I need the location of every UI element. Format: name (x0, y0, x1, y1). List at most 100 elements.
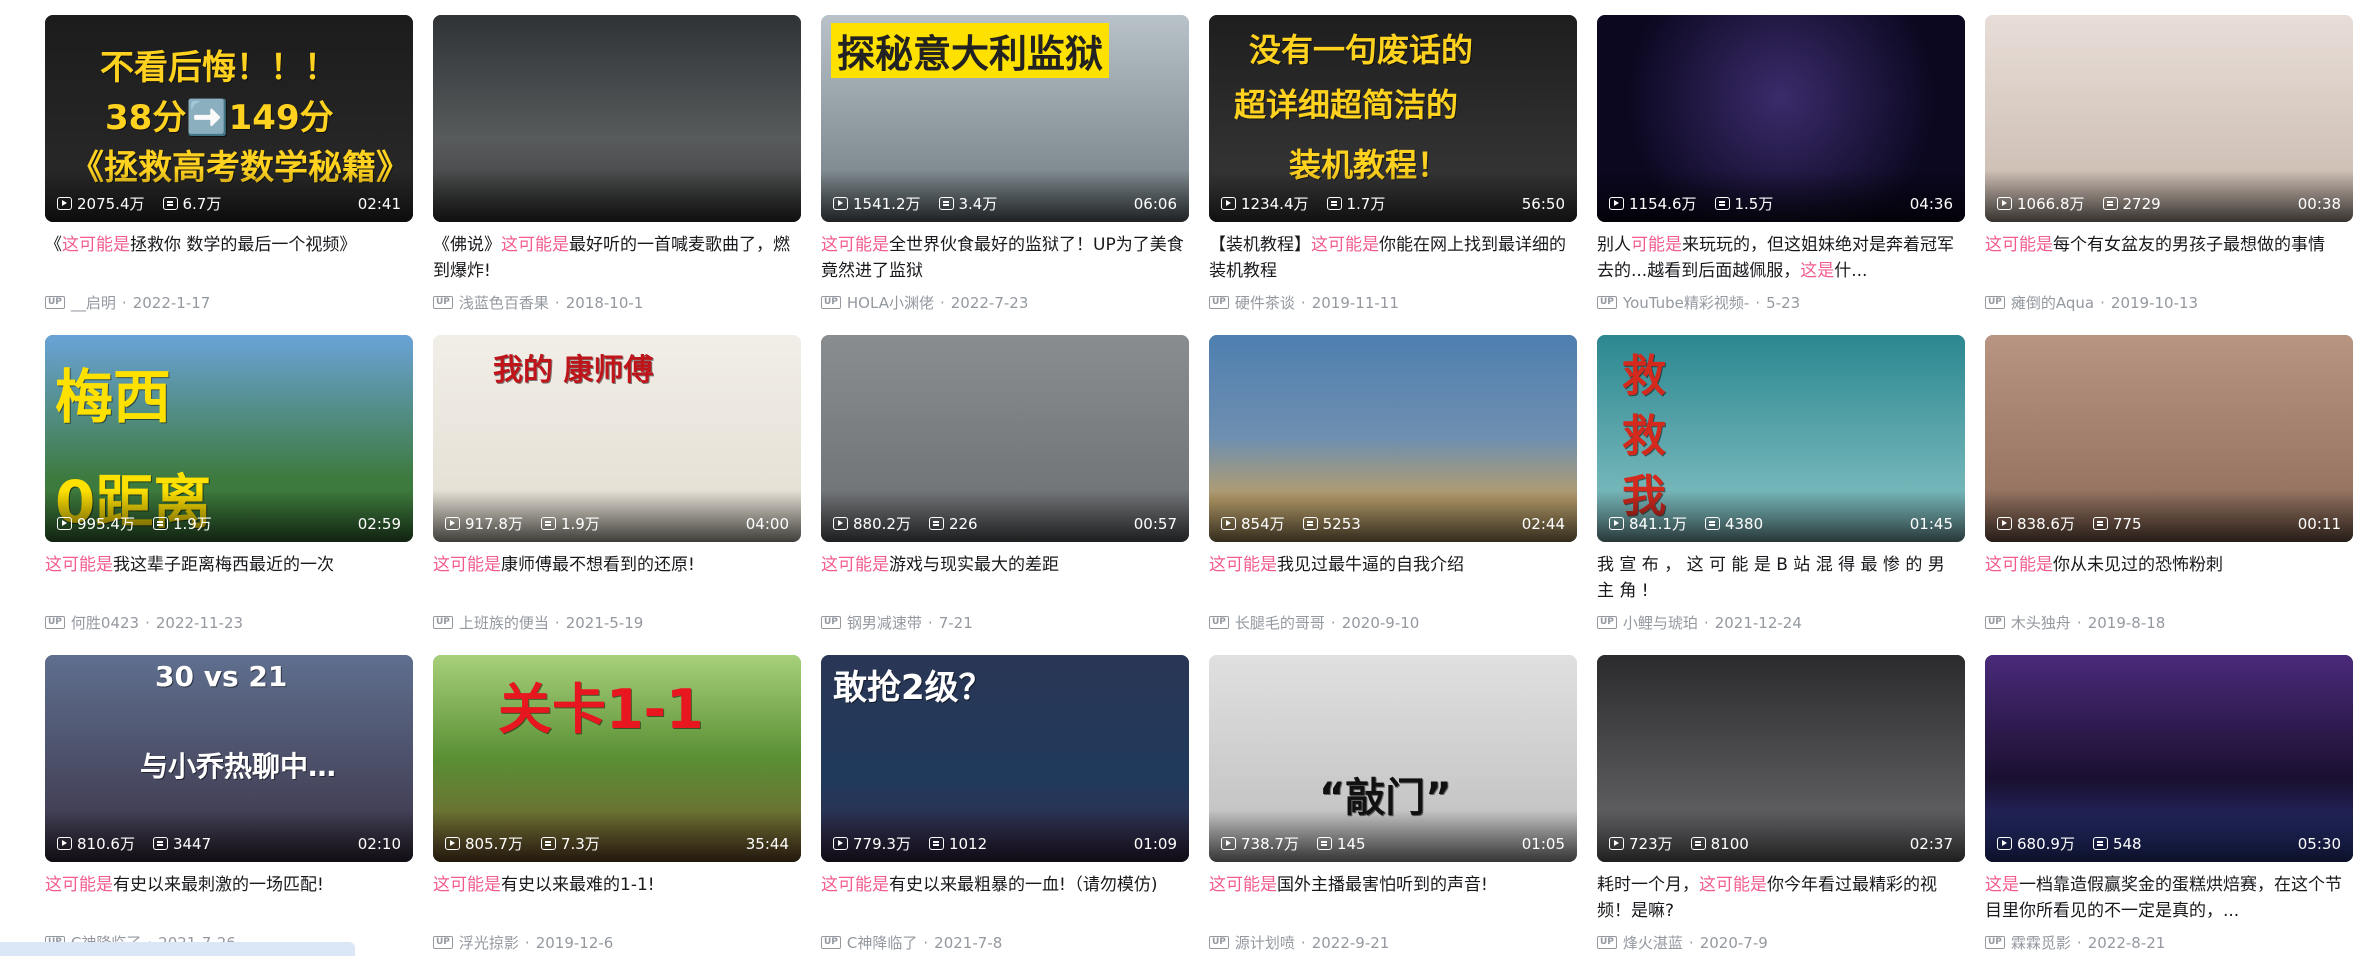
video-stats: 680.9万 548 05:30 (1997, 833, 2341, 854)
author-name[interactable]: HOLA小渊佬 (847, 292, 934, 313)
video-meta: UP 浅蓝色百香果 · 2018-10-1 (433, 292, 801, 313)
video-card[interactable]: 《佛说》这可能是最好听的一首喊麦歌曲了，燃到爆炸! UP 浅蓝色百香果 · 2018-1… (433, 15, 801, 335)
video-card[interactable]: 854万 5253 02:44 这可能是我见过最牛逼的自我介绍 UP 长腿毛的哥哥 · 202… (1209, 335, 1577, 655)
video-stats: 1154.6万 1.5万 04:36 (1609, 193, 1953, 214)
video-title[interactable]: 这可能是有史以来最刺激的一场匹配! (45, 872, 413, 924)
author-name[interactable]: 霖霖觅影 (2011, 932, 2071, 953)
video-title[interactable]: 【装机教程】这可能是你能在网上找到最详细的装机教程 (1209, 232, 1577, 284)
video-title[interactable]: 这可能是有史以来最粗暴的一血!（请勿模仿) (821, 872, 1189, 924)
video-title[interactable]: 《这可能是拯救你 数学的最后一个视频》 (45, 232, 413, 284)
video-card[interactable]: 救救我841.1万438001:45 我 宣 布 ， 这 可 能 是 B 站 混 … (1597, 335, 1965, 655)
author-name[interactable]: __启明 (71, 292, 116, 313)
title-text: 【装机教程】 (1209, 235, 1311, 255)
video-title[interactable]: 这可能是每个有女盆友的男孩子最想做的事情 (1985, 232, 2353, 284)
video-title[interactable]: 这是一档靠造假赢奖金的蛋糕烘焙赛，在这个节目里你所看见的不一定是真的，... (1985, 872, 2353, 924)
video-thumbnail[interactable]: “敲门” 738.7万 145 01:05 (1209, 655, 1577, 862)
video-title[interactable]: 这可能是全世界伙食最好的监狱了！UP为了美食竟然进了监狱 (821, 232, 1189, 284)
video-meta: UP __启明 · 2022-1-17 (45, 292, 413, 313)
video-card[interactable]: 880.2万 226 00:57 这可能是游戏与现实最大的差距 UP 钢男减速带 · 7-21 (821, 335, 1189, 655)
danmaku-count: 8100 (1690, 835, 1749, 853)
author-name[interactable]: 木头独舟 (2011, 612, 2071, 633)
author-name[interactable]: 上班族的便当 (459, 612, 549, 633)
video-title[interactable]: 耗时一个月，这可能是你今年看过最精彩的视频！是嘛? (1597, 872, 1965, 924)
thumbnail-overlay-text: 30 vs 21 (155, 660, 288, 693)
view-count-value: 841.1万 (1629, 515, 1687, 533)
author-name[interactable]: 瘫倒的Aqua (2011, 292, 2094, 313)
author-name[interactable]: 何胜0423 (71, 612, 139, 633)
video-thumbnail[interactable]: 没有一句废话的 超详细超简洁的 装机教程！ 1234.4万 1.7万 56:50 (1209, 15, 1577, 222)
view-count-value: 1154.6万 (1629, 195, 1697, 213)
author-name[interactable]: 小鲤与琥珀 (1623, 612, 1698, 633)
video-meta: UP 小鲤与琥珀 · 2021-12-24 (1597, 612, 1965, 633)
author-name[interactable]: 浮光掠影 (459, 932, 519, 953)
video-card[interactable]: “敲门” 738.7万 145 01:05 这可能是国外主播最害怕听到的声音! UP 源计划… (1209, 655, 1577, 975)
video-thumbnail[interactable]: 1066.8万 2729 00:38 (1985, 15, 2353, 222)
video-card[interactable]: 1066.8万 2729 00:38 这可能是每个有女盆友的男孩子最想做的事情 UP 瘫倒… (1985, 15, 2353, 335)
upload-date: 2022-9-21 (1311, 933, 1390, 952)
video-title[interactable]: 这可能是康师傅最不想看到的还原! (433, 552, 801, 604)
video-card[interactable]: 没有一句废话的 超详细超简洁的 装机教程！ 1234.4万 1.7万 56:50 【装机教程… (1209, 15, 1577, 335)
video-card[interactable]: 1154.6万 1.5万 04:36 别人可能是来玩玩的，但这姐妹绝对是奔着冠军去的.… (1597, 15, 1965, 335)
video-thumbnail[interactable]: 838.6万 775 00:11 (1985, 335, 2353, 542)
video-thumbnail[interactable]: 880.2万 226 00:57 (821, 335, 1189, 542)
play-count-icon (1609, 517, 1624, 530)
video-card[interactable]: 梅西0距离995.4万1.9万02:59这可能是我这辈子距离梅西最近的一次UP何… (45, 335, 413, 655)
video-card[interactable]: 30 vs 21 与小乔热聊中… 810.6万 3447 02:10 这可能是有史以来最刺… (45, 655, 413, 975)
video-thumbnail[interactable]: 723万 8100 02:37 (1597, 655, 1965, 862)
view-count-value: 917.8万 (465, 515, 523, 533)
danmaku-count: 775 (2092, 515, 2142, 533)
video-title[interactable]: 这可能是我见过最牛逼的自我介绍 (1209, 552, 1577, 604)
video-title[interactable]: 这可能是国外主播最害怕听到的声音! (1209, 872, 1577, 924)
video-card[interactable]: 680.9万 548 05:30 这是一档靠造假赢奖金的蛋糕烘焙赛，在这个节目里你所看… (1985, 655, 2353, 975)
author-name[interactable]: C神降临了 (847, 932, 917, 953)
video-stats: 1541.2万 3.4万 06:06 (833, 193, 1177, 214)
danmaku-count-value: 1.9万 (172, 515, 212, 533)
video-meta: UP 源计划喷 · 2022-9-21 (1209, 932, 1577, 953)
video-card[interactable]: 探秘意大利监狱 1541.2万 3.4万 06:06 这可能是全世界伙食最好的监狱了！U… (821, 15, 1189, 335)
video-thumbnail[interactable] (433, 15, 801, 222)
danmaku-icon (1326, 197, 1342, 210)
video-title[interactable]: 《佛说》这可能是最好听的一首喊麦歌曲了，燃到爆炸! (433, 232, 801, 284)
author-name[interactable]: 钢男减速带 (847, 612, 922, 633)
author-name[interactable]: 浅蓝色百香果 (459, 292, 549, 313)
meta-separator: · (2076, 613, 2082, 632)
upload-date: 2020-7-9 (1699, 933, 1768, 952)
video-title[interactable]: 我 宣 布 ， 这 可 能 是 B 站 混 得 最 惨 的 男 主 角 ! (1597, 552, 1965, 604)
video-thumbnail[interactable]: 我的 康师傅 917.8万 1.9万 04:00 (433, 335, 801, 542)
video-thumbnail[interactable]: 探秘意大利监狱 1541.2万 3.4万 06:06 (821, 15, 1189, 222)
title-keyword-highlight: 可能是 (1631, 235, 1682, 255)
video-thumbnail[interactable]: 854万 5253 02:44 (1209, 335, 1577, 542)
author-name[interactable]: 硬件茶谈 (1235, 292, 1295, 313)
video-thumbnail[interactable]: 680.9万 548 05:30 (1985, 655, 2353, 862)
video-thumbnail[interactable]: 不看后悔！！！ 38分➡️149分 《拯救高考数学秘籍》 2075.4万 6.7万 02:… (45, 15, 413, 222)
video-stats: 779.3万 1012 01:09 (833, 833, 1177, 854)
video-card[interactable]: 838.6万 775 00:11 这可能是你从未见过的恐怖粉刺 UP 木头独舟 · 2019-… (1985, 335, 2353, 655)
video-card[interactable]: 723万 8100 02:37 耗时一个月，这可能是你今年看过最精彩的视频！是嘛? UP… (1597, 655, 1965, 975)
video-title[interactable]: 这可能是你从未见过的恐怖粉刺 (1985, 552, 2353, 604)
video-thumbnail[interactable]: 关卡1-1 805.7万 7.3万 35:44 (433, 655, 801, 862)
video-title[interactable]: 这可能是我这辈子距离梅西最近的一次 (45, 552, 413, 604)
video-thumbnail[interactable]: 梅西0距离995.4万1.9万02:59 (45, 335, 413, 542)
author-name[interactable]: 源计划喷 (1235, 932, 1295, 953)
video-card[interactable]: 不看后悔！！！ 38分➡️149分 《拯救高考数学秘籍》 2075.4万 6.7万 02:… (45, 15, 413, 335)
danmaku-count: 1.5万 (1714, 193, 1773, 214)
danmaku-icon (938, 197, 954, 210)
author-name[interactable]: 烽火湛蓝 (1623, 932, 1683, 953)
danmaku-count-value: 1.7万 (1346, 195, 1386, 213)
video-card[interactable]: 关卡1-1 805.7万 7.3万 35:44 这可能是有史以来最难的1-1! UP 浮光掠… (433, 655, 801, 975)
video-thumbnail[interactable]: 敢抢2级？ 779.3万 1012 01:09 (821, 655, 1189, 862)
danmaku-count-value: 5253 (1322, 514, 1361, 533)
video-thumbnail[interactable]: 30 vs 21 与小乔热聊中… 810.6万 3447 02:10 (45, 655, 413, 862)
danmaku-count: 7.3万 (540, 833, 600, 854)
video-title[interactable]: 别人可能是来玩玩的，但这姐妹绝对是奔着冠军去的...越看到后面越佩服，这是什..… (1597, 232, 1965, 284)
video-card[interactable]: 敢抢2级？ 779.3万 1012 01:09 这可能是有史以来最粗暴的一血!（请勿模仿… (821, 655, 1189, 975)
video-thumbnail[interactable]: 救救我841.1万438001:45 (1597, 335, 1965, 542)
view-count-value: 838.6万 (2017, 515, 2075, 533)
play-count-icon (1221, 197, 1236, 210)
author-name[interactable]: 长腿毛的哥哥 (1235, 612, 1325, 633)
video-title[interactable]: 这可能是有史以来最难的1-1! (433, 872, 801, 924)
video-thumbnail[interactable]: 1154.6万 1.5万 04:36 (1597, 15, 1965, 222)
video-card[interactable]: 我的 康师傅 917.8万 1.9万 04:00 这可能是康师傅最不想看到的还原! UP 上… (433, 335, 801, 655)
video-title[interactable]: 这可能是游戏与现实最大的差距 (821, 552, 1189, 604)
author-name[interactable]: YouTube精彩视频- (1623, 292, 1749, 313)
